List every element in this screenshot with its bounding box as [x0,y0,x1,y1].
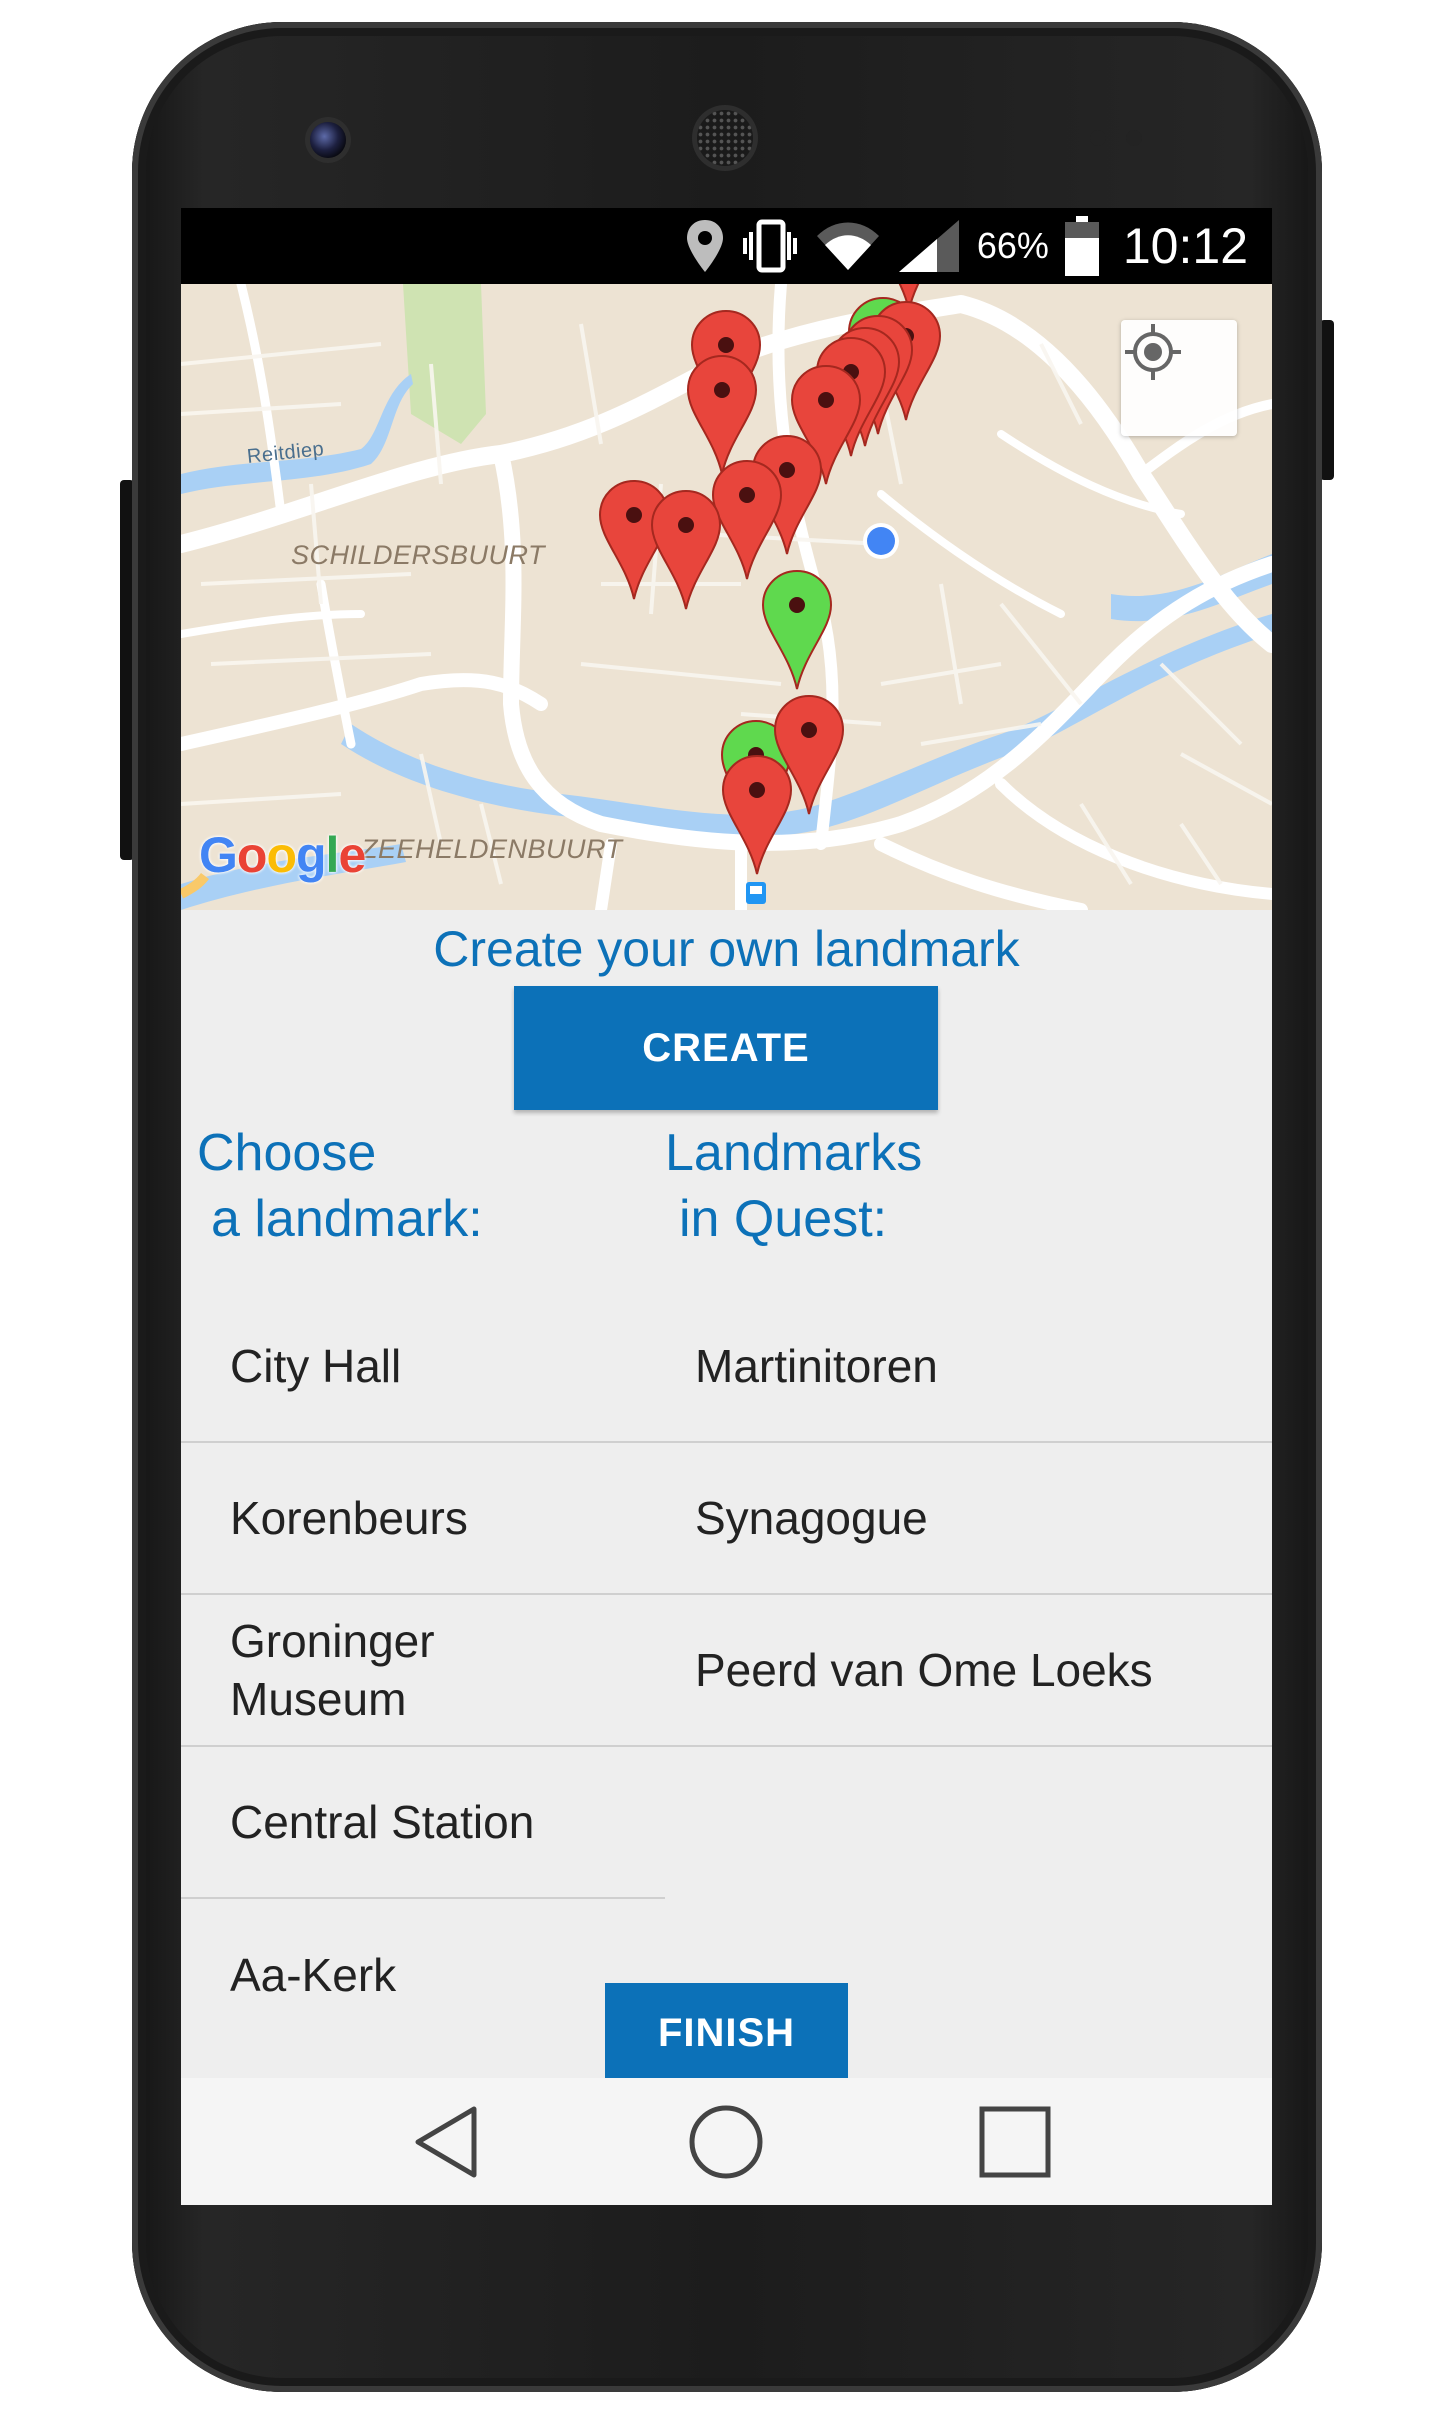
list-item[interactable]: Aa-Kerk [181,1899,665,2051]
crosshair-icon [1125,324,1181,380]
battery-percent: 66% [976,225,1049,266]
current-location-dot [867,527,895,555]
create-landmark-title: Create your own landmark [433,921,1020,977]
screen: 66% 10:12 Reitdiep SCHILDERSBUURT ZEEHEL… [181,208,1272,2205]
device-stage: 66% 10:12 Reitdiep SCHILDERSBUURT ZEEHEL… [0,0,1450,2416]
recent-square-icon [979,2106,1051,2178]
list-item[interactable]: Synagogue [665,1443,1272,1595]
status-bar: 66% 10:12 [181,208,1272,284]
vibrate-icon [742,219,797,273]
map-canvas [181,284,1272,910]
google-logo: Google [199,827,366,883]
earpiece-speaker [697,110,753,166]
choose-landmark-list: City Hall Korenbeurs Groninger Museum Ce… [181,1291,665,2051]
finish-button[interactable]: FINISH [605,1983,848,2083]
landmarks-in-quest-heading: Landmarks in Quest: [665,1124,923,1248]
location-icon [686,220,723,272]
list-item[interactable]: City Hall [181,1291,665,1443]
home-circle-icon [689,2105,763,2179]
clock: 10:12 [1122,218,1248,274]
proximity-sensor [1090,130,1106,146]
front-camera [310,122,346,158]
list-item[interactable]: Central Station [181,1747,665,1899]
back-button[interactable] [403,2100,487,2184]
back-triangle-icon [415,2106,477,2178]
choose-landmark-heading: Choose a landmark: [197,1124,483,1248]
light-sensor [1126,130,1142,146]
list-item[interactable]: Groninger Museum [181,1595,665,1747]
create-button[interactable]: CREATE [514,986,938,1110]
power-button [1320,320,1334,480]
quest-landmark-list: Martinitoren Synagogue Peerd van Ome Loe… [665,1291,1272,1747]
map-label-zeeheldenbuurt: ZEEHELDENBUURT [361,834,623,864]
battery-icon [1064,216,1099,276]
recent-apps-button[interactable] [973,2100,1057,2184]
navigation-bar [181,2078,1272,2205]
signal-icon [898,220,959,272]
list-item[interactable]: Korenbeurs [181,1443,665,1595]
home-button[interactable] [684,2100,768,2184]
my-location-button[interactable] [1121,320,1237,436]
status-icons: 66% 10:12 [685,208,1248,284]
map-label-schildersbuurt: SCHILDERSBUURT [291,540,546,570]
map-view[interactable]: Reitdiep SCHILDERSBUURT ZEEHELDENBUURT G… [181,284,1272,910]
list-item[interactable]: Martinitoren [665,1291,1272,1443]
wifi-icon [816,222,879,270]
list-item[interactable]: Peerd van Ome Loeks [665,1595,1272,1747]
